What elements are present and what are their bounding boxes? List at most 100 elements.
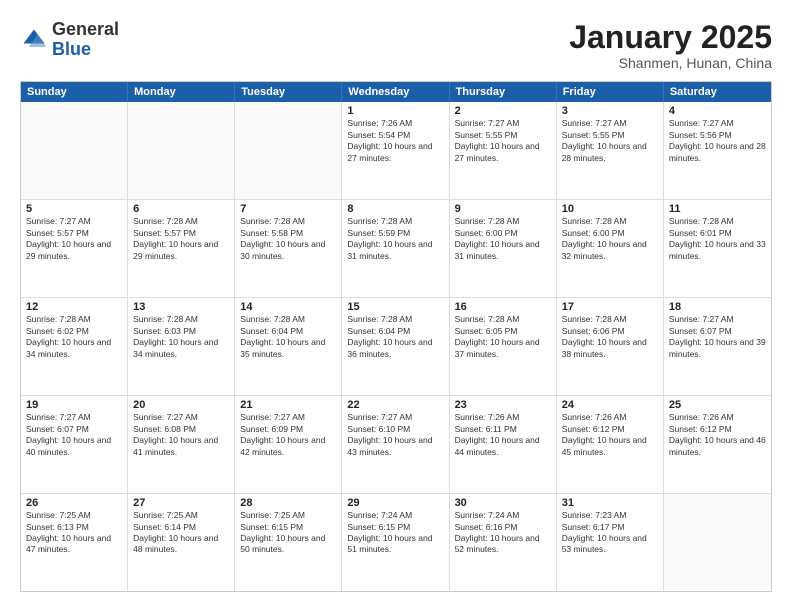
cell-1-3: 8 Sunrise: 7:28 AM Sunset: 5:59 PM Dayli… [342,200,449,297]
cell-sunset: Sunset: 6:03 PM [133,326,229,337]
cell-sunset: Sunset: 6:01 PM [669,228,766,239]
cell-sunset: Sunset: 5:58 PM [240,228,336,239]
cell-sunrise: Sunrise: 7:27 AM [455,118,551,129]
day-num: 23 [455,399,551,411]
week-row-3: 19 Sunrise: 7:27 AM Sunset: 6:07 PM Dayl… [21,396,771,494]
cell-sunset: Sunset: 6:00 PM [455,228,551,239]
cell-daylight: Daylight: 10 hours and 33 minutes. [669,239,766,262]
cell-sunrise: Sunrise: 7:27 AM [669,118,766,129]
cell-3-1: 20 Sunrise: 7:27 AM Sunset: 6:08 PM Dayl… [128,396,235,493]
cell-daylight: Daylight: 10 hours and 44 minutes. [455,435,551,458]
header-monday: Monday [128,82,235,102]
cell-4-5: 31 Sunrise: 7:23 AM Sunset: 6:17 PM Dayl… [557,494,664,591]
header: General Blue January 2025 Shanmen, Hunan… [20,20,772,71]
cell-sunset: Sunset: 6:07 PM [26,424,122,435]
cell-sunrise: Sunrise: 7:25 AM [26,510,122,521]
day-num: 4 [669,105,766,117]
cell-sunrise: Sunrise: 7:27 AM [669,314,766,325]
cell-sunrise: Sunrise: 7:28 AM [133,216,229,227]
day-num: 13 [133,301,229,313]
cell-1-5: 10 Sunrise: 7:28 AM Sunset: 6:00 PM Dayl… [557,200,664,297]
day-num: 14 [240,301,336,313]
day-num: 19 [26,399,122,411]
cell-sunset: Sunset: 6:10 PM [347,424,443,435]
week-row-4: 26 Sunrise: 7:25 AM Sunset: 6:13 PM Dayl… [21,494,771,591]
day-num: 6 [133,203,229,215]
logo-general: General [52,19,119,39]
month-title: January 2025 [569,20,772,55]
cell-daylight: Daylight: 10 hours and 50 minutes. [240,533,336,556]
cell-sunrise: Sunrise: 7:26 AM [562,412,658,423]
cell-daylight: Daylight: 10 hours and 45 minutes. [562,435,658,458]
logo-blue: Blue [52,39,91,59]
cell-3-4: 23 Sunrise: 7:26 AM Sunset: 6:11 PM Dayl… [450,396,557,493]
cell-3-2: 21 Sunrise: 7:27 AM Sunset: 6:09 PM Dayl… [235,396,342,493]
week-row-0: 1 Sunrise: 7:26 AM Sunset: 5:54 PM Dayli… [21,102,771,200]
cell-sunrise: Sunrise: 7:26 AM [669,412,766,423]
cell-sunset: Sunset: 5:55 PM [455,130,551,141]
cell-4-2: 28 Sunrise: 7:25 AM Sunset: 6:15 PM Dayl… [235,494,342,591]
cell-daylight: Daylight: 10 hours and 40 minutes. [26,435,122,458]
cell-daylight: Daylight: 10 hours and 31 minutes. [455,239,551,262]
day-num: 28 [240,497,336,509]
header-tuesday: Tuesday [235,82,342,102]
cell-sunrise: Sunrise: 7:28 AM [347,314,443,325]
cell-sunset: Sunset: 6:05 PM [455,326,551,337]
cell-4-6 [664,494,771,591]
day-num: 25 [669,399,766,411]
cell-sunset: Sunset: 5:57 PM [133,228,229,239]
cell-sunrise: Sunrise: 7:28 AM [347,216,443,227]
cell-sunset: Sunset: 6:00 PM [562,228,658,239]
cell-sunrise: Sunrise: 7:28 AM [455,216,551,227]
day-num: 15 [347,301,443,313]
cell-daylight: Daylight: 10 hours and 46 minutes. [669,435,766,458]
day-num: 31 [562,497,658,509]
cell-daylight: Daylight: 10 hours and 36 minutes. [347,337,443,360]
cell-daylight: Daylight: 10 hours and 48 minutes. [133,533,229,556]
cell-1-0: 5 Sunrise: 7:27 AM Sunset: 5:57 PM Dayli… [21,200,128,297]
day-num: 10 [562,203,658,215]
cell-sunset: Sunset: 6:09 PM [240,424,336,435]
cell-sunrise: Sunrise: 7:28 AM [669,216,766,227]
cell-2-2: 14 Sunrise: 7:28 AM Sunset: 6:04 PM Dayl… [235,298,342,395]
cell-sunrise: Sunrise: 7:25 AM [240,510,336,521]
cell-2-6: 18 Sunrise: 7:27 AM Sunset: 6:07 PM Dayl… [664,298,771,395]
cell-sunset: Sunset: 6:02 PM [26,326,122,337]
cell-1-2: 7 Sunrise: 7:28 AM Sunset: 5:58 PM Dayli… [235,200,342,297]
calendar-body: 1 Sunrise: 7:26 AM Sunset: 5:54 PM Dayli… [21,102,771,591]
calendar-header: Sunday Monday Tuesday Wednesday Thursday… [21,82,771,102]
cell-3-5: 24 Sunrise: 7:26 AM Sunset: 6:12 PM Dayl… [557,396,664,493]
cell-1-4: 9 Sunrise: 7:28 AM Sunset: 6:00 PM Dayli… [450,200,557,297]
cell-daylight: Daylight: 10 hours and 27 minutes. [455,141,551,164]
cell-4-1: 27 Sunrise: 7:25 AM Sunset: 6:14 PM Dayl… [128,494,235,591]
cell-2-3: 15 Sunrise: 7:28 AM Sunset: 6:04 PM Dayl… [342,298,449,395]
cell-sunset: Sunset: 6:14 PM [133,522,229,533]
day-num: 26 [26,497,122,509]
cell-2-4: 16 Sunrise: 7:28 AM Sunset: 6:05 PM Dayl… [450,298,557,395]
day-num: 11 [669,203,766,215]
logo: General Blue [20,20,119,60]
cell-daylight: Daylight: 10 hours and 34 minutes. [26,337,122,360]
cell-0-2 [235,102,342,199]
cell-sunrise: Sunrise: 7:27 AM [347,412,443,423]
subtitle: Shanmen, Hunan, China [569,55,772,71]
cell-sunset: Sunset: 6:17 PM [562,522,658,533]
cell-sunrise: Sunrise: 7:24 AM [347,510,443,521]
day-num: 8 [347,203,443,215]
cell-daylight: Daylight: 10 hours and 29 minutes. [133,239,229,262]
cell-4-0: 26 Sunrise: 7:25 AM Sunset: 6:13 PM Dayl… [21,494,128,591]
cell-daylight: Daylight: 10 hours and 28 minutes. [562,141,658,164]
day-num: 17 [562,301,658,313]
week-row-2: 12 Sunrise: 7:28 AM Sunset: 6:02 PM Dayl… [21,298,771,396]
cell-sunrise: Sunrise: 7:26 AM [455,412,551,423]
cell-sunset: Sunset: 6:11 PM [455,424,551,435]
cell-daylight: Daylight: 10 hours and 29 minutes. [26,239,122,262]
day-num: 30 [455,497,551,509]
cell-0-5: 3 Sunrise: 7:27 AM Sunset: 5:55 PM Dayli… [557,102,664,199]
cell-0-1 [128,102,235,199]
cell-sunset: Sunset: 6:04 PM [240,326,336,337]
cell-daylight: Daylight: 10 hours and 32 minutes. [562,239,658,262]
cell-1-1: 6 Sunrise: 7:28 AM Sunset: 5:57 PM Dayli… [128,200,235,297]
cell-daylight: Daylight: 10 hours and 47 minutes. [26,533,122,556]
cell-daylight: Daylight: 10 hours and 37 minutes. [455,337,551,360]
